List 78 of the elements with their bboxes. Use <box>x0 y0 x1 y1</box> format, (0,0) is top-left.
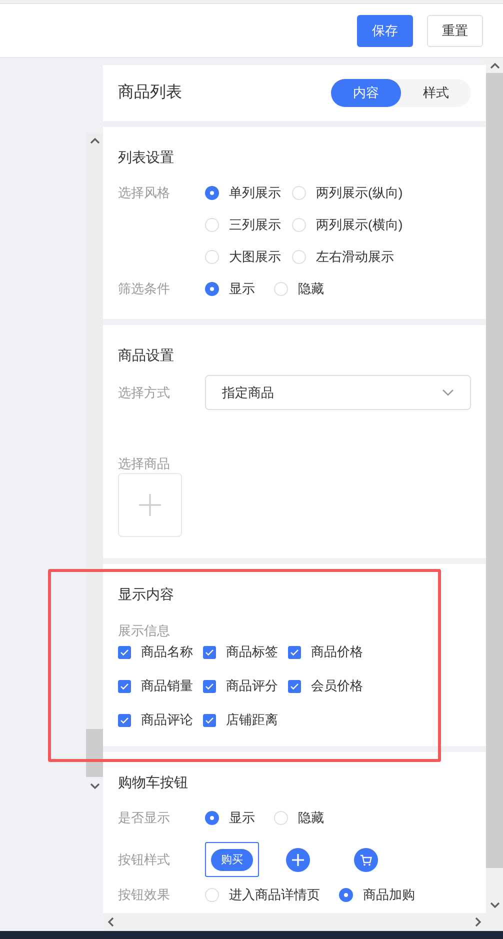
tab[interactable]: 样式 <box>401 79 471 107</box>
checkbox[interactable] <box>203 714 216 726</box>
field-label: 选择方式 <box>118 384 171 402</box>
option-label: 商品评分 <box>226 677 278 696</box>
option-label: 进入商品详情页 <box>229 886 320 904</box>
option-label: 单列展示 <box>229 184 281 202</box>
radio-button[interactable] <box>339 888 353 902</box>
option-label: 商品名称 <box>141 643 193 662</box>
option-label: 商品标签 <box>226 643 278 662</box>
field-label: 按钮样式 <box>118 850 171 868</box>
checkbox[interactable] <box>203 680 216 692</box>
plus-circle-icon <box>286 848 310 872</box>
check-icon <box>120 716 129 724</box>
option-label: 商品评论 <box>141 711 193 730</box>
field-label: 选择风格 <box>118 184 171 202</box>
field-label: 展示信息 <box>118 622 171 640</box>
radio-button[interactable] <box>205 888 219 902</box>
radio-button[interactable] <box>274 282 288 296</box>
checkbox[interactable] <box>118 680 131 692</box>
checkbox[interactable] <box>118 714 131 726</box>
option-label: 两列展示(横向) <box>316 216 403 234</box>
checkbox[interactable] <box>288 646 301 658</box>
radio-button[interactable] <box>274 811 288 825</box>
check-icon <box>120 682 129 690</box>
field-label: 是否显示 <box>118 809 171 827</box>
radio-button[interactable] <box>292 250 306 264</box>
option-label: 大图展示 <box>229 248 281 266</box>
reset-button[interactable]: 重置 <box>427 14 483 46</box>
option-label: 店铺距离 <box>226 711 278 730</box>
section-title: 商品设置 <box>118 346 175 365</box>
chevron-down-icon <box>442 388 454 396</box>
option-label: 商品价格 <box>311 643 363 662</box>
scroll-left-icon[interactable] <box>107 917 114 927</box>
buy-style-option[interactable]: 购买 <box>205 842 259 877</box>
option-label: 会员价格 <box>311 677 363 696</box>
option-label: 商品加购 <box>363 886 415 904</box>
scrollbar-thumb[interactable] <box>86 729 103 777</box>
checkbox[interactable] <box>118 646 131 658</box>
check-icon <box>290 648 299 656</box>
cart-icon <box>354 848 378 872</box>
field-label: 选择商品 <box>118 455 171 473</box>
radio-button[interactable] <box>205 250 219 264</box>
section-title: 显示内容 <box>118 585 175 604</box>
option-label: 隐藏 <box>298 280 324 298</box>
save-button[interactable]: 保存 <box>357 14 413 46</box>
option-label: 两列展示(纵向) <box>316 184 403 202</box>
option-label: 左右滑动展示 <box>316 248 394 266</box>
section-title: 列表设置 <box>118 148 175 167</box>
radio-button[interactable] <box>205 218 219 232</box>
field-label: 筛选条件 <box>118 280 171 298</box>
plus-icon <box>139 494 161 516</box>
check-icon <box>205 648 214 656</box>
check-icon <box>205 716 214 724</box>
tab[interactable]: 内容 <box>331 79 401 107</box>
radio-button[interactable] <box>292 218 306 232</box>
option-label: 三列展示 <box>229 216 281 234</box>
scroll-up-icon[interactable] <box>90 137 100 144</box>
check-icon <box>290 682 299 690</box>
scroll-down-icon[interactable] <box>90 783 100 790</box>
check-icon <box>120 648 129 656</box>
option-label: 隐藏 <box>298 809 324 828</box>
checkbox[interactable] <box>203 646 216 658</box>
radio-button[interactable] <box>292 186 306 200</box>
option-label: 商品销量 <box>141 677 193 696</box>
component-title: 商品列表 <box>118 82 182 103</box>
section-title: 购物车按钮 <box>118 773 189 792</box>
check-icon <box>205 682 214 690</box>
scroll-up-icon[interactable] <box>490 62 500 69</box>
field-label: 按钮效果 <box>118 886 171 904</box>
scroll-right-icon[interactable] <box>475 917 482 927</box>
radio-button[interactable] <box>205 186 219 200</box>
option-label: 显示 <box>229 280 255 298</box>
radio-button[interactable] <box>205 282 219 296</box>
scroll-down-icon[interactable] <box>490 902 500 909</box>
option-label: 显示 <box>229 809 255 828</box>
radio-button[interactable] <box>205 811 219 825</box>
select-field[interactable]: 指定商品 <box>205 375 471 410</box>
checkbox[interactable] <box>288 680 301 692</box>
